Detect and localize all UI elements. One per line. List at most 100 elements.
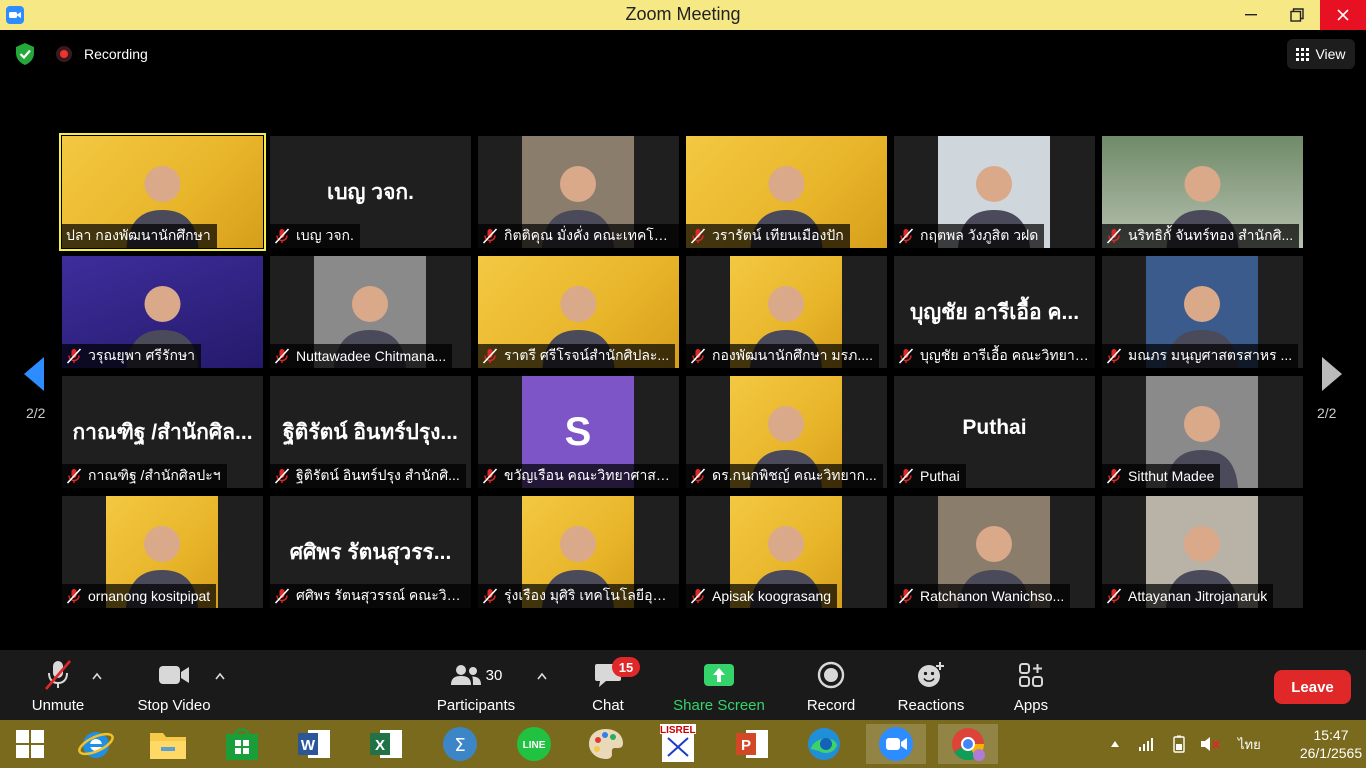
next-page-arrow-icon[interactable] [1320,357,1342,391]
participant-name-tag: ราตรี ศรีโรจน์สำนักศิปละ... [478,344,676,368]
participant-name: มณภร มนุญศาสตรสาหร ... [1128,347,1293,363]
muted-mic-icon [482,588,498,604]
microsoft-store-icon[interactable] [212,724,272,764]
participant-tile[interactable]: Apisak koograsang [686,496,887,608]
participant-name: รุ่งเรือง มุศิริ เทคโนโลยีอุตส... [504,587,673,603]
participant-name-tag: วรารัตน์ เทียนเมืองปัก [686,224,850,248]
participant-name-tag: ฐิติรัตน์ อินทร์ปรุง สำนักศิ... [270,464,466,488]
muted-mic-icon [274,348,290,364]
participant-tile[interactable]: Attayanan Jitrojanaruk [1102,496,1303,608]
internet-explorer-icon[interactable] [66,724,126,764]
microsoft-edge-icon[interactable] [794,724,854,764]
paint-palette-icon[interactable] [576,724,636,764]
participant-display-name: บุญชัย อารีเอื้อ ค... [909,301,1080,324]
zoom-taskbar-icon[interactable] [866,724,926,764]
participant-gallery: ปลา กองพัฒนานักศึกษา เบญ วจก. เบญ วจก. กิตต… [59,133,1304,612]
muted-mic-icon [66,348,82,364]
participant-tile[interactable]: ศศิพร รัตนสุวรร... ศศิพร รัตนสุวรรณ์ คณะว… [270,496,471,608]
unmute-button[interactable]: Unmute [28,658,88,716]
muted-mic-icon [690,348,706,364]
microsoft-powerpoint-icon[interactable]: P [722,724,782,764]
participant-tile[interactable]: ดร.กนกพิชญ์ คณะวิทยาก... [686,376,887,488]
leave-button[interactable]: Leave [1274,670,1351,704]
apps-button[interactable]: Apps [1010,658,1052,716]
google-chrome-icon[interactable] [938,724,998,764]
microsoft-word-icon[interactable]: W [284,724,344,764]
participant-name: นริทธิกั้ จันทร์ทอง สำนักศิ... [1128,227,1294,243]
participant-name-tag: ศศิพร รัตนสุวรรณ์ คณะวิท... [270,584,471,608]
taskbar-clock[interactable]: 15:47 26/1/2565 [1296,726,1366,762]
clock-date: 26/1/2565 [1299,745,1363,761]
input-language-label[interactable]: ไทย [1238,720,1261,768]
chat-label: Chat [592,697,624,714]
participant-tile[interactable]: นริทธิกั้ จันทร์ทอง สำนักศิ... [1102,136,1303,248]
participant-tile[interactable]: บุญชัย อารีเอื้อ ค... บุญชัย อารีเอื้อ คณ… [894,256,1095,368]
lisrel-app-icon[interactable]: LISREL [648,724,708,764]
show-hidden-icons-chevron-icon[interactable] [1110,720,1120,768]
participant-tile[interactable]: กิตติคุณ มั่งคั่ง คณะเทคโนโ... [478,136,679,248]
participant-tile[interactable]: วรารัตน์ เทียนเมืองปัก [686,136,887,248]
participant-tile[interactable]: ราตรี ศรีโรจน์สำนักศิปละ... [478,256,679,368]
muted-mic-icon [482,228,498,244]
participant-display-name: ฐิติรัตน์ อินทร์ปรุง... [283,421,458,444]
record-button[interactable]: Record [804,658,858,716]
participant-tile[interactable]: ปลา กองพัฒนานักศึกษา [59,133,266,251]
video-options-chevron-up-icon[interactable] [215,672,225,680]
muted-mic-icon [482,348,498,364]
minimize-button[interactable] [1228,0,1274,30]
svg-text:Σ: Σ [454,735,465,756]
svg-text:LINE: LINE [523,740,546,751]
page-indicator-left: 2/2 [26,405,46,421]
participant-tile[interactable]: Nuttawadee Chitmana... [270,256,471,368]
audio-options-chevron-up-icon[interactable] [92,672,102,680]
math-input-icon[interactable]: Σ [430,724,490,764]
participants-button[interactable]: 30 Participants [434,658,518,716]
network-signal-icon[interactable] [1138,720,1154,768]
stop-video-label: Stop Video [137,697,211,714]
participant-tile[interactable]: Puthai Puthai [894,376,1095,488]
security-shield-icon[interactable] [14,42,36,66]
file-explorer-icon[interactable] [138,724,198,764]
view-button[interactable]: View [1287,39,1355,69]
share-screen-button[interactable]: Share Screen [672,658,766,716]
participant-tile[interactable]: มณภร มนุญศาสตรสาหร ... [1102,256,1303,368]
muted-mic-icon [274,228,290,244]
record-label: Record [806,697,856,714]
participant-tile[interactable]: เบญ วจก. เบญ วจก. [270,136,471,248]
participant-tile[interactable]: กองพัฒนานักศึกษา มรภ.... [686,256,887,368]
reactions-button[interactable]: Reactions [896,658,966,716]
participant-tile[interactable]: กฤตพล วังภูสิต วฝด [894,136,1095,248]
participant-tile[interactable]: รุ่งเรือง มุศิริ เทคโนโลยีอุตส... [478,496,679,608]
participant-name: Apisak koograsang [712,588,832,604]
participant-tile[interactable]: ฐิติรัตน์ อินทร์ปรุง... ฐิติรัตน์ อินทร์ป… [270,376,471,488]
participant-tile[interactable]: Sitthut Madee [1102,376,1303,488]
stop-video-button[interactable]: Stop Video [134,658,214,716]
participant-name-tag: รุ่งเรือง มุศิริ เทคโนโลยีอุตส... [478,584,679,608]
close-button[interactable] [1320,0,1366,30]
volume-muted-icon[interactable] [1200,720,1220,768]
start-windows-icon[interactable] [0,724,60,764]
participant-display-name: กาณฑิฐ /สำนักศิล... [72,421,253,444]
muted-mic-icon [274,468,290,484]
maximize-button[interactable] [1274,0,1320,30]
participants-options-chevron-up-icon[interactable] [537,672,547,680]
participant-name-tag: กาณฑิฐ /สำนักศิลปะฯ [62,464,227,488]
participant-name: Attayanan Jitrojanaruk [1128,588,1268,604]
battery-icon[interactable] [1170,720,1188,768]
grid-view-icon [1296,47,1310,61]
participant-name: Puthai [920,468,960,484]
participant-tile[interactable]: วรุณยุพา ศรีรักษา [62,256,263,368]
participant-tile[interactable]: กาณฑิฐ /สำนักศิล... กาณฑิฐ /สำนักศิลปะฯ [62,376,263,488]
microsoft-excel-icon[interactable]: X [356,724,416,764]
participant-tile[interactable]: Ratchanon Wanichso... [894,496,1095,608]
participant-name-tag: เบญ วจก. [270,224,360,248]
participant-name-tag: กิตติคุณ มั่งคั่ง คณะเทคโนโ... [478,224,679,248]
participant-tile[interactable]: ornanong kositpipat [62,496,263,608]
participant-tile[interactable]: S ขวัญเรือน คณะวิทยาศาสต... [478,376,679,488]
line-messenger-icon[interactable]: LINE [504,724,564,764]
previous-page-arrow-icon[interactable] [24,357,46,391]
muted-mic-icon [1106,468,1122,484]
participant-name-tag: มณภร มนุญศาสตรสาหร ... [1102,344,1299,368]
participant-name: กองพัฒนานักศึกษา มรภ.... [712,347,873,363]
muted-mic-icon [66,468,82,484]
